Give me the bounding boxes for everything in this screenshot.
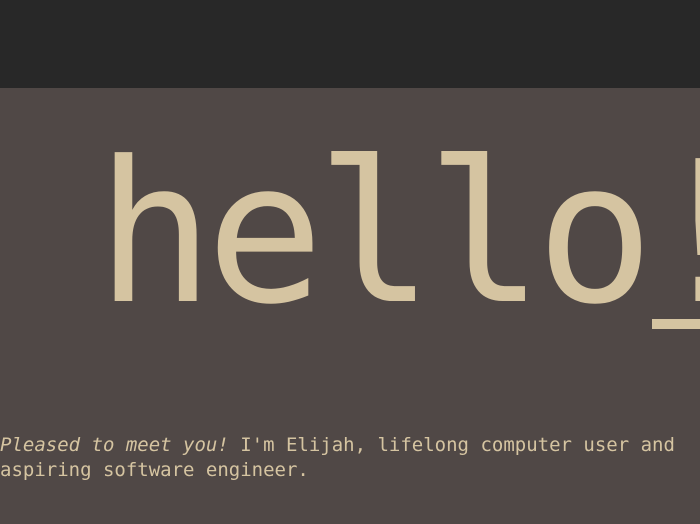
intro-line-2: aspiring software engineer. <box>0 459 309 481</box>
intro-text: Pleased to meet you! I'm Elijah, lifelon… <box>0 433 700 483</box>
hero-heading: hello! <box>96 120 700 348</box>
top-bar <box>0 0 700 88</box>
intro-line-1: I'm Elijah, lifelong computer user and <box>228 434 675 456</box>
intro-greeting: Pleased to meet you! <box>0 434 229 456</box>
blinking-cursor <box>652 319 700 329</box>
hero-section: hello! Pleased to meet you! I'm Elijah, … <box>0 88 700 524</box>
